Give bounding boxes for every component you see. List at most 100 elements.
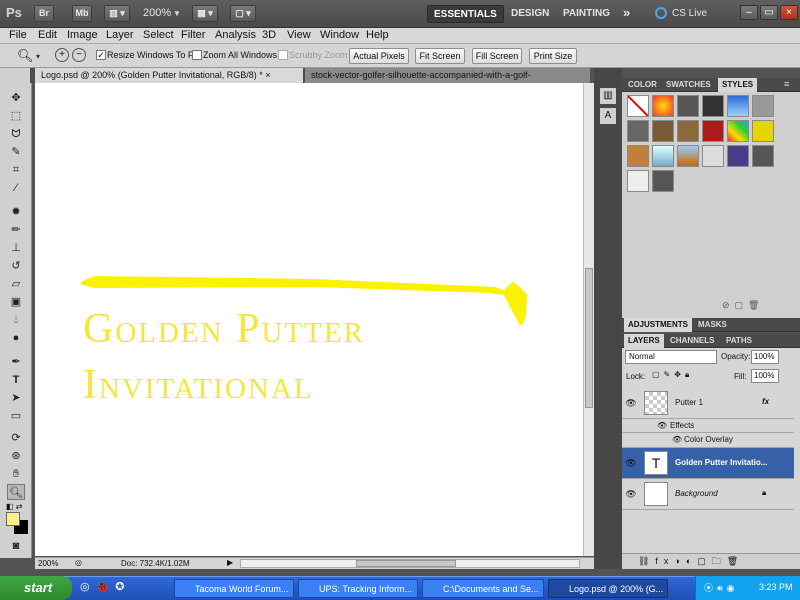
menu-analysis[interactable]: Analysis bbox=[215, 29, 256, 41]
dodge-tool-icon[interactable]: ● bbox=[7, 330, 25, 346]
scrubby-zoom-checkbox[interactable] bbox=[278, 50, 288, 60]
layer-name[interactable]: Putter 1 bbox=[675, 398, 703, 407]
zoom-level-dropdown[interactable]: 200% bbox=[143, 7, 171, 19]
tab-logo-psd[interactable]: Logo.psd @ 200% (Golden Putter Invitatio… bbox=[35, 68, 303, 83]
cs-live-button[interactable]: CS Live bbox=[672, 8, 707, 19]
color-overlay-row[interactable]: 👁︎ Color Overlay bbox=[622, 433, 794, 448]
workspace-design[interactable]: DESIGN bbox=[505, 5, 555, 23]
taskbar-tacoma-world[interactable]: Tacoma World Forum... bbox=[174, 579, 294, 598]
zoom-all-windows-checkbox[interactable] bbox=[192, 50, 202, 60]
path-selection-tool-icon[interactable]: ➤ bbox=[7, 390, 25, 406]
actual-pixels-button[interactable]: Actual Pixels bbox=[349, 48, 409, 64]
mini-bridge-button[interactable]: Mb bbox=[72, 5, 92, 22]
taskbar-ups-tracking[interactable]: UPS: Tracking Inform... bbox=[298, 579, 418, 598]
clone-stamp-tool-icon[interactable]: ⊥ bbox=[7, 240, 25, 256]
zoom-out-icon[interactable]: − bbox=[72, 48, 86, 62]
style-swatch[interactable] bbox=[677, 120, 699, 142]
style-swatch[interactable] bbox=[627, 120, 649, 142]
style-swatch[interactable] bbox=[727, 120, 749, 142]
menu-select[interactable]: Select bbox=[143, 29, 174, 41]
document-canvas[interactable]: Golden Putter Invitational bbox=[35, 83, 583, 556]
default-colors-icon[interactable]: ◧ ⇄ bbox=[6, 502, 22, 511]
menu-3d[interactable]: 3D bbox=[262, 29, 276, 41]
tray-icons[interactable]: ⦿🔊︎◉ bbox=[704, 581, 739, 594]
history-panel-icon[interactable]: ▥ bbox=[600, 88, 616, 104]
minimize-button[interactable]: – bbox=[740, 5, 758, 20]
blur-tool-icon[interactable]: 💧︎ bbox=[7, 312, 25, 328]
style-swatch[interactable] bbox=[652, 145, 674, 167]
screen-mode-button[interactable]: ▢ ▾ bbox=[230, 5, 256, 22]
style-swatch[interactable] bbox=[652, 120, 674, 142]
eye-icon[interactable]: 👁︎ bbox=[625, 488, 637, 500]
fill-screen-button[interactable]: Fill Screen bbox=[472, 48, 522, 64]
scroll-thumb[interactable] bbox=[585, 268, 593, 408]
eye-icon[interactable]: 👁︎ bbox=[625, 397, 637, 409]
history-brush-tool-icon[interactable]: ↺ bbox=[7, 258, 25, 274]
style-swatch[interactable] bbox=[702, 145, 724, 167]
tab-adjustments[interactable]: ADJUSTMENTS bbox=[624, 318, 693, 332]
style-swatch[interactable] bbox=[752, 145, 774, 167]
style-swatch[interactable] bbox=[727, 95, 749, 117]
zoom-tool-icon[interactable]: 🔍︎ bbox=[7, 484, 25, 500]
tab-masks[interactable]: MASKS bbox=[694, 318, 731, 332]
quick-mask-icon[interactable]: ◙ bbox=[7, 538, 25, 554]
menu-layer[interactable]: Layer bbox=[106, 29, 134, 41]
opacity-input[interactable]: 100% bbox=[751, 350, 779, 364]
gradient-tool-icon[interactable]: ▣ bbox=[7, 294, 25, 310]
styles-footer-icons[interactable]: ⊘ ▢ 🗑︎ bbox=[722, 300, 759, 311]
quick-launch-icons[interactable]: ◎🐞✪ bbox=[80, 580, 131, 593]
resize-windows-checkbox[interactable]: ✓ bbox=[96, 50, 106, 60]
healing-brush-tool-icon[interactable]: ✹ bbox=[7, 204, 25, 220]
crop-tool-icon[interactable]: ⌗ bbox=[7, 162, 25, 178]
menu-image[interactable]: Image bbox=[67, 29, 98, 41]
style-swatch[interactable] bbox=[702, 120, 724, 142]
status-zoom[interactable]: 200% bbox=[38, 559, 58, 568]
style-swatch[interactable] bbox=[752, 120, 774, 142]
tab-styles[interactable]: STYLES bbox=[718, 78, 758, 92]
brush-tool-icon[interactable]: ✏ bbox=[7, 222, 25, 238]
style-swatch[interactable] bbox=[677, 95, 699, 117]
style-none[interactable] bbox=[627, 95, 649, 117]
layer-putter-1[interactable]: 👁︎ Putter 1 fx bbox=[622, 388, 794, 419]
menu-help[interactable]: Help bbox=[366, 29, 389, 41]
foreground-color-swatch[interactable] bbox=[6, 512, 20, 526]
blend-mode-select[interactable]: Normal bbox=[625, 350, 717, 364]
move-tool-icon[interactable]: ✥ bbox=[7, 90, 25, 106]
style-swatch[interactable] bbox=[702, 95, 724, 117]
print-size-button[interactable]: Print Size bbox=[529, 48, 577, 64]
tab-color[interactable]: COLOR bbox=[624, 78, 661, 92]
more-workspaces-button[interactable]: » bbox=[617, 5, 636, 23]
effects-row[interactable]: 👁︎ Effects bbox=[622, 419, 794, 433]
pen-tool-icon[interactable]: ✒ bbox=[7, 354, 25, 370]
status-arrow-icon[interactable]: ▶ bbox=[227, 558, 233, 567]
menu-file[interactable]: File bbox=[9, 29, 27, 41]
style-swatch[interactable] bbox=[627, 145, 649, 167]
eyedropper-tool-icon[interactable]: ⁄ bbox=[7, 180, 25, 196]
3d-rotate-tool-icon[interactable]: ⟳ bbox=[7, 430, 25, 446]
style-swatch[interactable] bbox=[752, 95, 774, 117]
workspace-essentials[interactable]: ESSENTIALS bbox=[427, 5, 504, 23]
horizontal-scrollbar[interactable] bbox=[240, 559, 580, 568]
fx-icon[interactable]: fx bbox=[762, 397, 769, 406]
arrange-documents-button[interactable]: ▦ ▾ bbox=[192, 5, 218, 22]
lasso-tool-icon[interactable]: ᗢ bbox=[7, 126, 25, 142]
style-swatch[interactable] bbox=[652, 95, 674, 117]
scroll-thumb[interactable] bbox=[356, 560, 456, 567]
bridge-button[interactable]: Br bbox=[34, 5, 54, 22]
tab-channels[interactable]: CHANNELS bbox=[666, 334, 718, 348]
menu-edit[interactable]: Edit bbox=[38, 29, 57, 41]
eye-icon[interactable]: 👁︎ bbox=[672, 435, 682, 444]
3d-orbit-tool-icon[interactable]: ⊛ bbox=[7, 448, 25, 464]
hand-tool-icon[interactable]: ✋︎ bbox=[7, 466, 25, 482]
maximize-button[interactable]: ▭ bbox=[760, 5, 778, 20]
layer-name[interactable]: Background bbox=[675, 489, 718, 498]
workspace-painting[interactable]: PAINTING bbox=[557, 5, 616, 23]
eye-icon[interactable]: 👁︎ bbox=[657, 421, 667, 430]
style-swatch[interactable] bbox=[652, 170, 674, 192]
zoom-tool-preset-icon[interactable]: 🔍︎ bbox=[17, 48, 34, 64]
eye-icon[interactable]: 👁︎ bbox=[625, 457, 637, 469]
close-button[interactable]: × bbox=[780, 5, 798, 20]
close-tab-icon[interactable]: × bbox=[265, 70, 270, 80]
fit-screen-button[interactable]: Fit Screen bbox=[415, 48, 465, 64]
layer-background[interactable]: 👁︎ Background 🔒︎ bbox=[622, 479, 794, 510]
